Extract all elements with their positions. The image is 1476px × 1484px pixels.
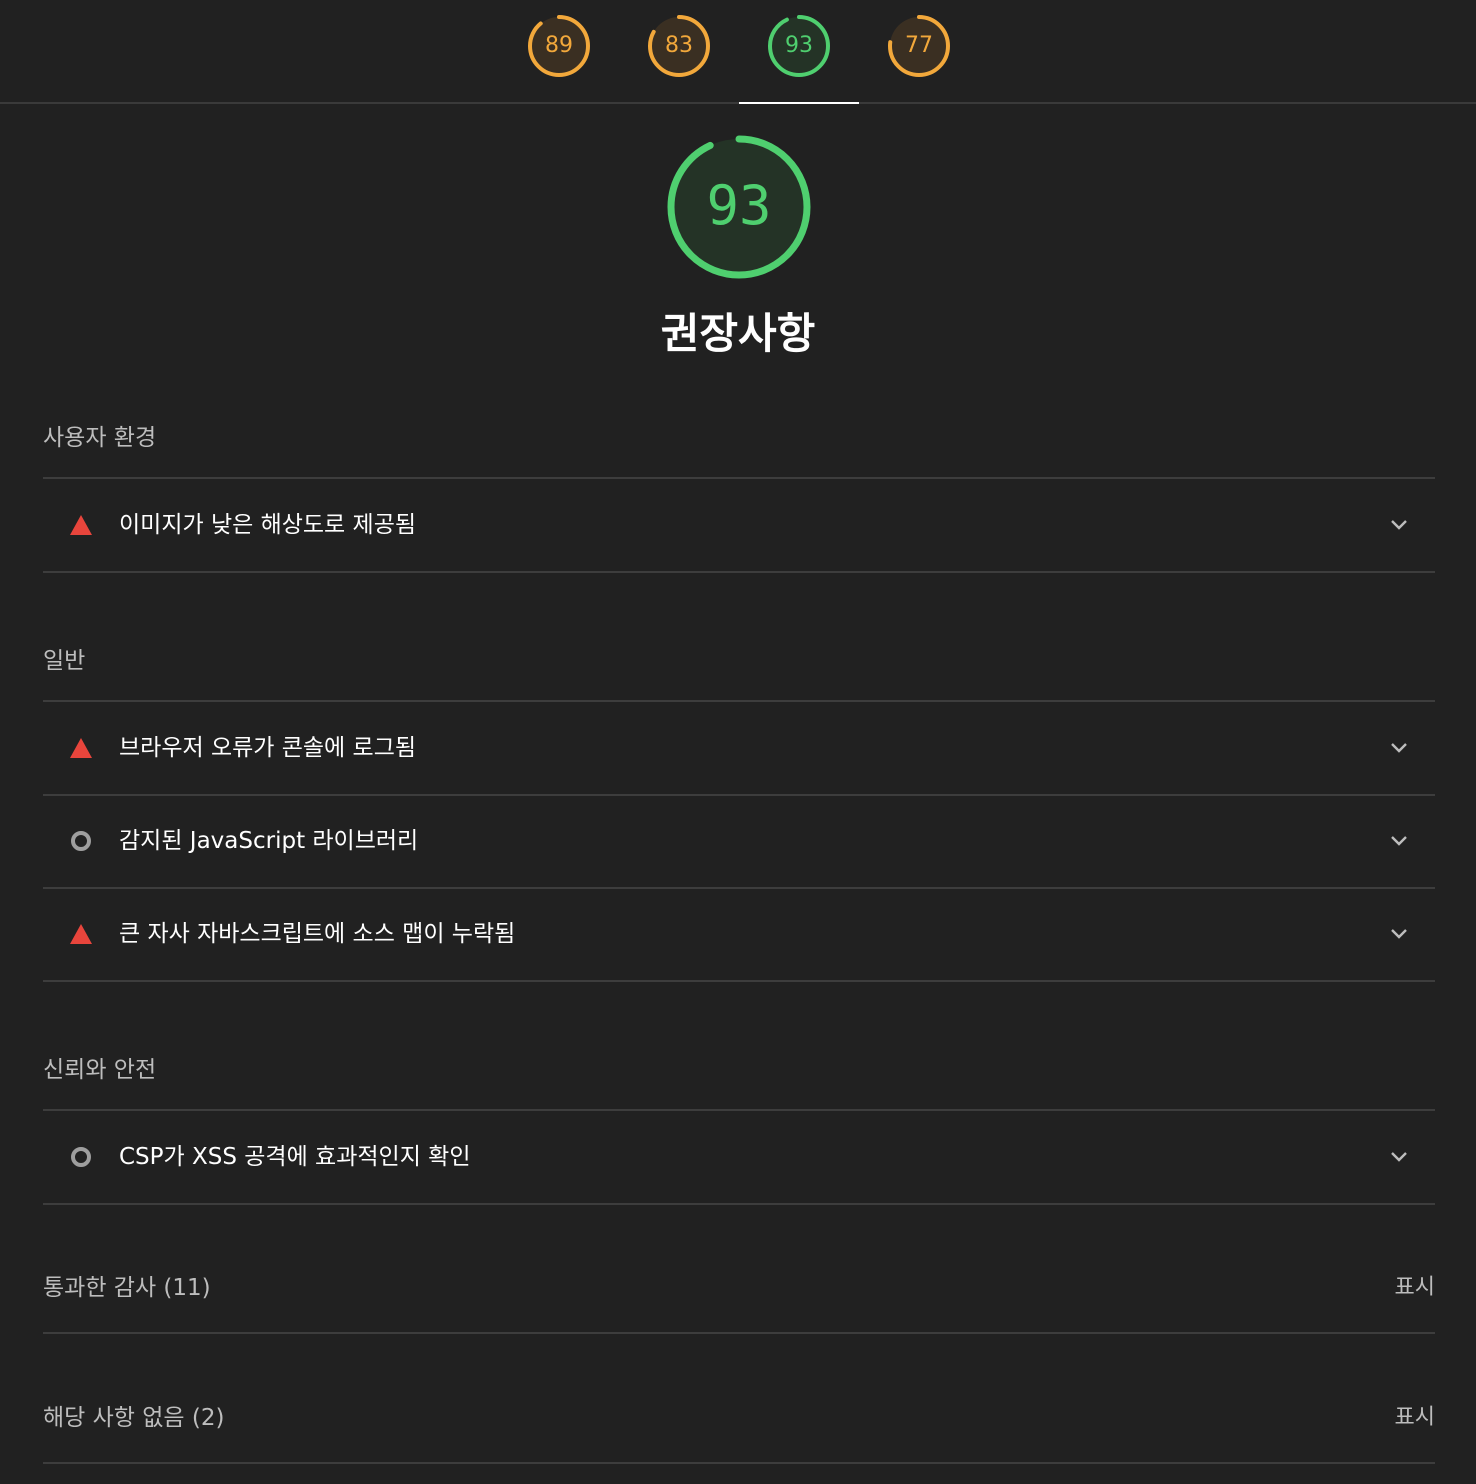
divider bbox=[43, 1203, 1435, 1205]
tab-performance[interactable]: 89 bbox=[499, 0, 619, 104]
audit-row[interactable]: 큰 자사 자바스크립트에 소스 맵이 누락됨 bbox=[43, 888, 1435, 980]
group-title-general: 일반 bbox=[43, 648, 86, 674]
audit-title: CSP가 XSS 공격에 효과적인지 확인 bbox=[119, 1144, 471, 1170]
score-gauge: 77 bbox=[886, 13, 952, 79]
divider bbox=[43, 571, 1435, 573]
group-title-ux: 사용자 환경 bbox=[43, 425, 157, 451]
divider bbox=[43, 1462, 1435, 1464]
score-tabs: 89 83 93 77 bbox=[0, 0, 1476, 104]
not-applicable-row[interactable]: 해당 사항 없음 (2) 표시 bbox=[43, 1388, 1435, 1448]
show-not-applicable-button[interactable]: 표시 bbox=[1395, 1388, 1435, 1448]
audit-title: 감지된 JavaScript 라이브러리 bbox=[119, 828, 419, 854]
score-gauge: 83 bbox=[646, 13, 712, 79]
divider bbox=[43, 980, 1435, 982]
info-circle-icon bbox=[71, 831, 91, 851]
chevron-down-icon[interactable] bbox=[1389, 515, 1409, 535]
audit-title: 이미지가 낮은 해상도로 제공됨 bbox=[119, 512, 417, 538]
info-circle-icon bbox=[71, 1147, 91, 1167]
lighthouse-report: 89 83 93 77 93 권장사항 사용자 환경 이미지가 낮은 해상도로 … bbox=[0, 0, 1476, 1484]
tab-score: 93 bbox=[785, 33, 813, 58]
chevron-down-icon[interactable] bbox=[1389, 738, 1409, 758]
group-title-trust: 신뢰와 안전 bbox=[43, 1057, 157, 1083]
tab-score: 83 bbox=[665, 33, 693, 58]
tab-score: 89 bbox=[545, 33, 573, 58]
audit-row[interactable]: 브라우저 오류가 콘솔에 로그됨 bbox=[43, 702, 1435, 794]
warning-triangle-icon bbox=[70, 924, 92, 944]
score-gauge: 89 bbox=[526, 13, 592, 79]
passed-audits-row[interactable]: 통과한 감사 (11) 표시 bbox=[43, 1258, 1435, 1318]
tab-accessibility[interactable]: 83 bbox=[619, 0, 739, 104]
audit-title: 큰 자사 자바스크립트에 소스 맵이 누락됨 bbox=[119, 921, 516, 947]
score-gauge: 93 bbox=[766, 13, 832, 79]
chevron-down-icon[interactable] bbox=[1389, 831, 1409, 851]
divider bbox=[43, 1332, 1435, 1334]
category-score: 93 bbox=[706, 174, 772, 237]
chevron-down-icon[interactable] bbox=[1389, 1147, 1409, 1167]
category-score-gauge: 93 bbox=[665, 133, 813, 281]
category-title: 권장사항 bbox=[660, 309, 816, 358]
audit-row[interactable]: 이미지가 낮은 해상도로 제공됨 bbox=[43, 479, 1435, 571]
passed-audits-label: 통과한 감사 (11) bbox=[43, 1275, 211, 1301]
tab-best-practices[interactable]: 93 bbox=[739, 0, 859, 104]
not-applicable-label: 해당 사항 없음 (2) bbox=[43, 1405, 225, 1431]
tab-seo[interactable]: 77 bbox=[859, 0, 979, 104]
chevron-down-icon[interactable] bbox=[1389, 924, 1409, 944]
show-passed-button[interactable]: 표시 bbox=[1395, 1258, 1435, 1318]
audit-title: 브라우저 오류가 콘솔에 로그됨 bbox=[119, 735, 417, 761]
warning-triangle-icon bbox=[70, 738, 92, 758]
audit-row[interactable]: CSP가 XSS 공격에 효과적인지 확인 bbox=[43, 1111, 1435, 1203]
audit-row[interactable]: 감지된 JavaScript 라이브러리 bbox=[43, 795, 1435, 887]
active-tab-indicator bbox=[739, 102, 859, 104]
tab-score: 77 bbox=[905, 33, 933, 58]
warning-triangle-icon bbox=[70, 515, 92, 535]
